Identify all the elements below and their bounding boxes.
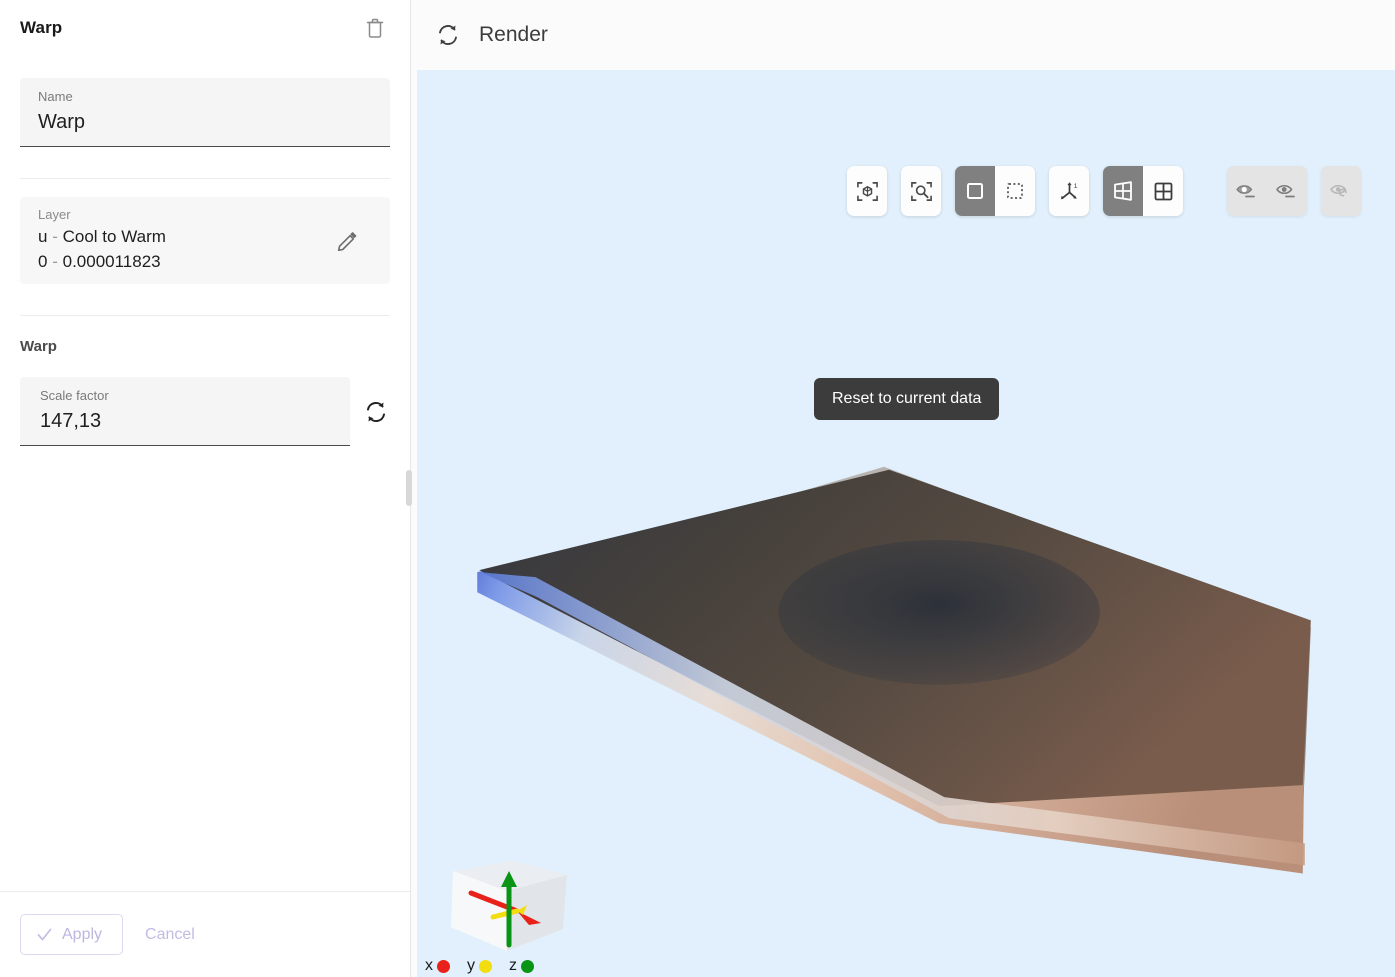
axis-x-label: x [425,957,433,974]
orthographic-camera-button[interactable] [1143,166,1183,216]
eye-hide-icon [1236,185,1255,198]
layer-colormap-name: Cool to Warm [62,227,166,246]
pencil-icon [337,231,357,251]
render-view: Render 1 x y z Reset to current data [411,0,1395,977]
axis-legend: x y z [425,957,534,975]
dashed-square-icon [1007,183,1023,199]
perspective-grid-icon [1114,181,1132,201]
axes-button[interactable]: 1 [1049,166,1089,216]
axes-triad-icon: 1 [1060,181,1077,199]
select-solid-button[interactable] [955,166,995,216]
tooltip: Reset to current data [814,378,1000,420]
layer-line1-dash: - [52,227,58,246]
layer-range-line: 0 - 0.000011823 [38,249,332,274]
layer-range-max: 0.000011823 [62,252,161,271]
eye-reset-icon [1330,184,1347,197]
axis-y-dot [479,959,492,973]
reset-to-current-data-button[interactable] [362,392,390,432]
selection-mode-group [955,166,1035,216]
cancel-button[interactable]: Cancel [131,914,209,955]
warp-properties-panel: Warp Name Warp Layer u - Cool to Warm 0 … [0,0,412,977]
apply-button-label: Apply [62,925,103,943]
layer-field[interactable]: Layer u - Cool to Warm 0 - 0.000011823 [20,197,390,284]
layer-array-line: u - Cool to Warm [38,224,332,249]
scale-factor-row: Scale factor 147,13 [20,377,390,446]
layer-field-label: Layer [38,207,71,222]
scale-factor-label: Scale factor [40,388,109,403]
name-field-label: Name [38,89,73,104]
name-field-value: Warp [38,111,86,133]
tooltip-text: Reset to current data [832,390,982,407]
viewport-toolbar: 1 [847,166,1361,216]
application-root: Warp Name Warp Layer u - Cool to Warm 0 … [0,0,1395,977]
edit-layer-button[interactable] [332,225,362,255]
sync-reset-icon [367,401,385,422]
name-field[interactable]: Name Warp [20,78,390,147]
zoom-to-box-button[interactable] [901,166,941,216]
scale-factor-input[interactable]: Scale factor 147,13 [20,377,350,446]
layer-field-text: Layer u - Cool to Warm 0 - 0.000011823 [38,205,332,274]
panel-header: Warp [0,0,410,56]
trash-icon [366,18,384,38]
perspective-camera-button[interactable] [1103,166,1143,216]
reset-camera-button[interactable] [847,166,887,216]
axis-z-dot [521,959,534,973]
cube-focus-icon [856,181,878,201]
reset-visibility-button [1321,166,1361,216]
scale-factor-value: 147,13 [40,410,102,432]
panel-body: Name Warp Layer u - Cool to Warm 0 - 0.0… [0,56,410,891]
select-dashed-button[interactable] [995,166,1035,216]
panel-footer: Apply Cancel [0,891,410,977]
warp-section-label: Warp [20,338,57,355]
panel-resize-handle[interactable] [406,470,412,506]
divider-1 [20,178,390,179]
apply-button[interactable]: Apply [20,914,124,955]
solid-square-icon [967,183,983,199]
divider-2 [20,315,390,316]
show-only-button [1267,166,1307,216]
visibility-group [1227,166,1307,216]
layer-line2-dash: - [52,252,58,271]
axis-x-dot [437,959,450,973]
layer-array-name: u [38,227,48,246]
svg-text:1: 1 [1073,183,1077,190]
render-header: Render [411,0,1395,70]
layer-range-min: 0 [38,252,48,271]
mesh-depression [778,540,1100,685]
render-viewport[interactable]: 1 x y z [417,70,1395,977]
page-title: Warp [20,18,63,37]
magnifier-box-icon [910,181,932,201]
orthographic-grid-icon [1154,182,1172,200]
camera-projection-group [1103,166,1183,216]
render-title: Render [479,23,548,46]
eye-show-icon [1276,184,1295,198]
hide-selection-button [1227,166,1267,216]
sync-icon [439,25,457,45]
axis-y-label: y [467,957,475,974]
cancel-button-label: Cancel [145,925,195,943]
axis-z-label: z [509,957,517,974]
check-icon [37,928,52,941]
delete-filter-button[interactable] [360,13,390,43]
